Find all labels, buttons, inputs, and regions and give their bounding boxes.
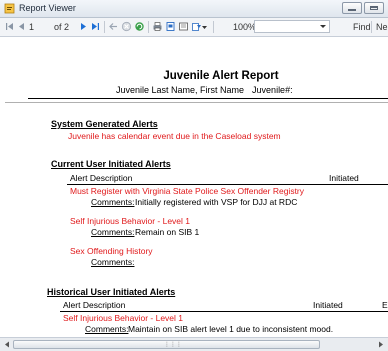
first-page-icon[interactable] <box>4 21 15 32</box>
horizontal-scrollbar[interactable]: ⋮⋮⋮ <box>0 337 388 351</box>
historical-alert-title: Self Injurious Behavior - Level 1 <box>63 313 184 323</box>
page-setup-icon[interactable] <box>178 21 189 32</box>
current-page-field[interactable]: 1 <box>29 21 34 33</box>
previous-page-icon[interactable] <box>16 21 27 32</box>
report-subtitle: Juvenile Last Name, First Name Juvenile#: <box>116 85 293 95</box>
minimize-icon <box>348 9 356 11</box>
scroll-left-icon[interactable] <box>2 340 12 349</box>
next-page-icon[interactable] <box>78 21 89 32</box>
page-total: of 2 <box>54 22 70 32</box>
back-icon[interactable] <box>108 21 119 32</box>
system-alert-text: Juvenile has calendar event due in the C… <box>68 131 281 141</box>
refresh-icon[interactable] <box>134 21 145 32</box>
minimize-button[interactable] <box>342 2 362 14</box>
next-link[interactable]: Ne <box>376 21 388 33</box>
zoom-value: 100% <box>233 22 257 32</box>
maximize-icon <box>370 6 378 10</box>
report-page: Juvenile Alert Report Juvenile Last Name… <box>0 37 388 337</box>
chevron-down-icon <box>320 25 326 28</box>
print-icon[interactable] <box>152 21 163 32</box>
current-col-description: Alert Description <box>70 173 133 183</box>
current-alert-title: Self Injurious Behavior - Level 1 <box>70 216 191 226</box>
juvenile-number-label: Juvenile#: <box>252 85 293 95</box>
zoom-select[interactable] <box>254 20 330 33</box>
header-rule-thin <box>5 102 388 103</box>
maximize-button[interactable] <box>364 2 384 14</box>
report-toolbar: 1 of 2 100% Find Ne <box>0 18 388 37</box>
comment-text: Initially registered with VSP for DJJ at… <box>135 197 298 207</box>
last-page-icon[interactable] <box>90 21 101 32</box>
header-rule <box>28 98 388 99</box>
current-alerts-heading: Current User Initiated Alerts <box>51 159 171 169</box>
comments-label: Comments: <box>85 324 129 334</box>
comment-text: Maintain on SIB alert level 1 due to inc… <box>128 324 334 334</box>
current-alert-title: Sex Offending History <box>70 246 153 256</box>
report-title: Juvenile Alert Report <box>163 70 279 82</box>
print-layout-icon[interactable] <box>165 21 176 32</box>
comments-label: Comments: <box>91 197 135 207</box>
window-title: Report Viewer <box>19 3 76 13</box>
find-link[interactable]: Find <box>353 21 371 33</box>
juvenile-name-label: Juvenile Last Name, First Name <box>116 85 245 95</box>
current-alert-title: Must Register with Virginia State Police… <box>70 186 305 196</box>
comments-label: Comments: <box>91 257 135 267</box>
stop-icon[interactable] <box>121 21 132 32</box>
historical-table-rule <box>60 311 388 312</box>
report-viewer-icon <box>4 3 15 14</box>
scroll-right-icon[interactable] <box>376 340 386 349</box>
current-col-initiated: Initiated <box>329 173 359 183</box>
historical-col-description: Alert Description <box>63 300 126 310</box>
historical-alerts-heading: Historical User Initiated Alerts <box>47 287 176 297</box>
system-alerts-heading: System Generated Alerts <box>51 119 158 129</box>
historical-col-extra: E <box>382 300 388 310</box>
comment-text: Remain on SIB 1 <box>135 227 200 237</box>
grip-icon: ⋮⋮⋮ <box>164 342 182 348</box>
current-table-rule <box>67 184 388 185</box>
export-dropdown-icon[interactable] <box>201 21 208 32</box>
comments-label: Comments: <box>91 227 135 237</box>
window-titlebar: Report Viewer <box>0 0 388 18</box>
scrollbar-thumb[interactable]: ⋮⋮⋮ <box>13 340 320 349</box>
historical-col-initiated: Initiated <box>313 300 343 310</box>
